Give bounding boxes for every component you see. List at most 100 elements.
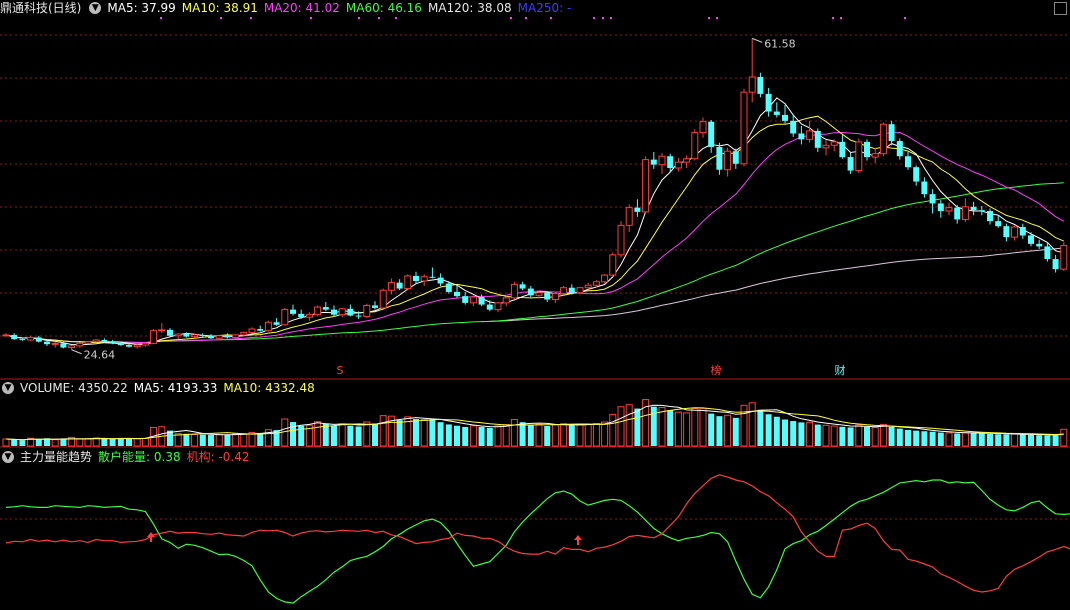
candle-down (708, 121, 715, 147)
candle-down (355, 315, 362, 317)
stock-chart[interactable]: 61.58 24.64 S 榜 财 (0, 0, 1070, 610)
candle-down (650, 159, 657, 165)
volume-bar (798, 422, 805, 446)
candle-down (732, 151, 739, 164)
candle-down (11, 334, 18, 340)
signal-dot (610, 17, 612, 19)
candle-down (257, 329, 264, 331)
volume-bar (478, 426, 485, 446)
volume-bar (486, 427, 493, 446)
energy-settings-icon[interactable]: ▼ (2, 451, 14, 463)
volume-bar (183, 433, 190, 446)
candle-up (404, 275, 412, 290)
candle-down (921, 181, 928, 195)
volume-bar (945, 432, 953, 447)
candle-up (494, 302, 502, 311)
energy-title: 主力量能趋势 (20, 450, 93, 464)
candle-up (674, 161, 682, 169)
volume-bar (199, 434, 206, 446)
volume-bar (592, 422, 600, 447)
volume-bar (683, 412, 691, 447)
candle-down (888, 124, 895, 142)
candle-up (609, 254, 617, 276)
candle-up (387, 282, 395, 291)
candle-down (937, 203, 944, 212)
volume-bar (1044, 435, 1051, 446)
volume-bar (634, 408, 641, 446)
candle-up (551, 293, 559, 301)
volume-ma5-value: MA5: 4193.33 (133, 381, 218, 395)
volume-bar (617, 406, 625, 447)
candle-down (716, 146, 723, 170)
candle-down (970, 206, 977, 211)
volume-bar (420, 418, 428, 447)
candle-up (502, 297, 510, 304)
volume-bar (257, 432, 264, 446)
candle-up (281, 309, 289, 326)
candle-down (929, 194, 936, 204)
volume-settings-icon[interactable]: ▼ (2, 382, 14, 394)
event-marker: 榜 (711, 363, 722, 377)
volume-bar (101, 438, 108, 446)
candle-up (158, 329, 166, 332)
volume-bar (494, 425, 502, 447)
volume-bar (232, 433, 240, 447)
volume-bar (51, 439, 59, 447)
volume-bar (469, 425, 477, 447)
candle-up (748, 76, 756, 93)
candle-down (634, 207, 641, 212)
candle-down (1019, 227, 1026, 236)
candle-up (961, 206, 969, 220)
volume-bar (765, 414, 772, 446)
stock-name: 鼎通科技(日线) (0, 1, 82, 15)
volume-bar (462, 426, 469, 446)
volume-bar (830, 425, 838, 447)
candle-up (601, 274, 609, 283)
settings-icon[interactable]: ▼ (89, 2, 102, 14)
volume-bar (954, 433, 961, 446)
signal-dot (840, 17, 842, 19)
candle-down (429, 276, 436, 278)
volume-bar (864, 427, 870, 446)
volume-bar (429, 419, 436, 446)
signal-dot (220, 17, 222, 19)
candle-down (896, 141, 903, 157)
candle-down (462, 296, 469, 303)
volume-bar (601, 421, 609, 447)
candle-down (183, 334, 190, 337)
candle-down (864, 141, 870, 158)
volume-bar (11, 439, 18, 446)
volume-bar (568, 425, 575, 446)
candle-up (191, 334, 199, 338)
candle-down (322, 307, 329, 310)
volume-bar (905, 429, 911, 446)
volume-bar (748, 402, 756, 447)
candle-down (298, 313, 305, 318)
retail-energy-value: 散户能量: 0.38 (98, 450, 181, 464)
window-toggle-icon[interactable] (1054, 2, 1067, 15)
volume-bar (757, 409, 764, 446)
volume-bar (822, 424, 830, 447)
candle-down (667, 156, 674, 169)
volume-bar (126, 438, 132, 446)
low-pointer (71, 349, 82, 355)
volume-bar (331, 425, 337, 446)
volume-bar (1036, 435, 1043, 446)
volume-bar (502, 424, 510, 447)
signal-dot (904, 17, 906, 19)
candle-up (642, 159, 650, 213)
volume-bar (396, 420, 403, 446)
volume-bar (879, 423, 887, 447)
ma250-value: MA250: - (517, 1, 572, 15)
candle-up (945, 207, 953, 212)
candle-down (1052, 259, 1059, 270)
inst-energy-value: 机构: -0.42 (186, 450, 250, 464)
signal-dot (602, 17, 604, 19)
ma10-line (5, 115, 1064, 345)
candle-down (413, 275, 419, 281)
volume-bar (1028, 434, 1034, 446)
candle-down (109, 341, 116, 344)
candle-up (592, 281, 600, 286)
candle-up (1060, 245, 1068, 270)
candle-up (84, 341, 92, 344)
